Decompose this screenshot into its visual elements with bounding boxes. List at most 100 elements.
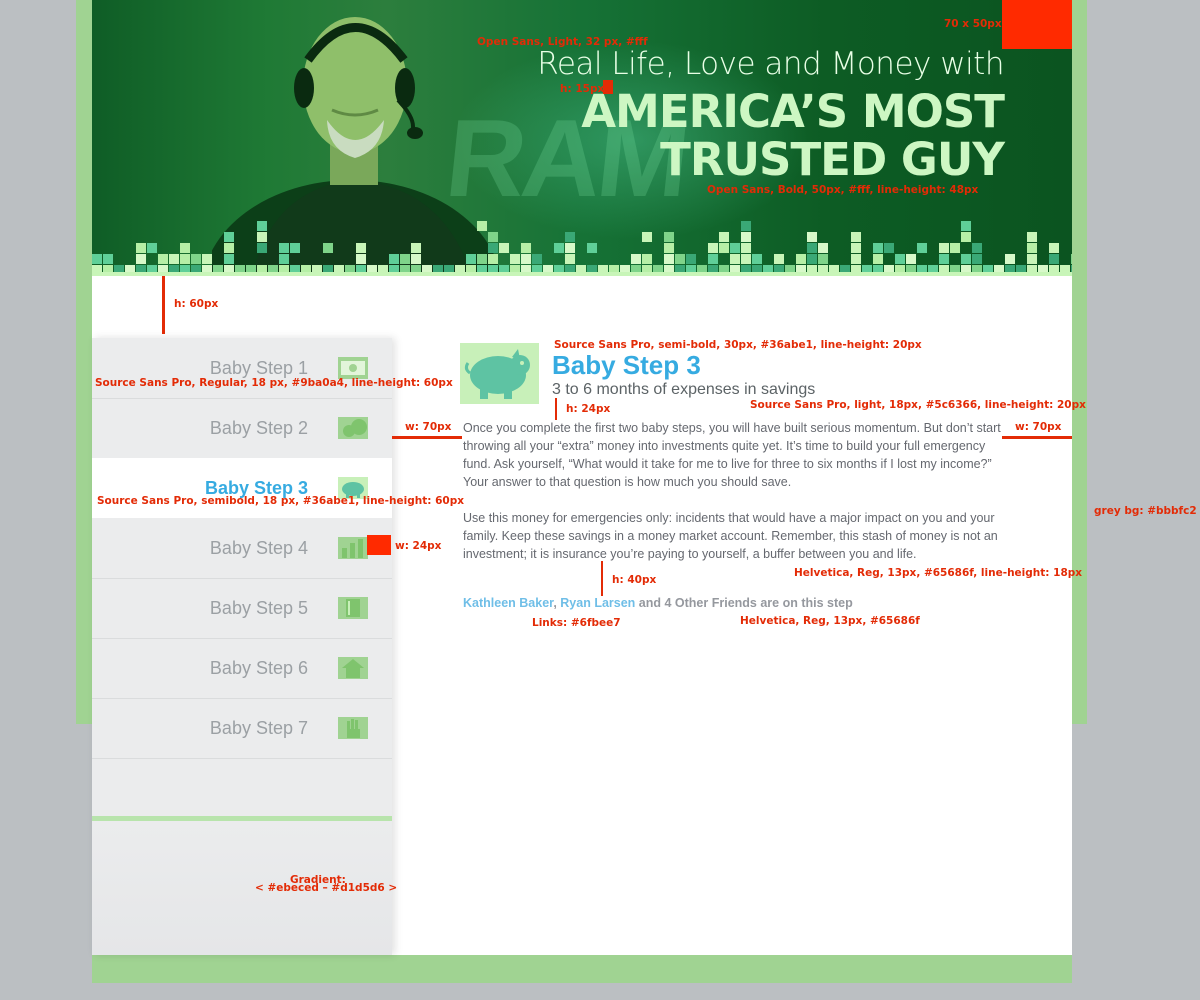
pixel-block — [400, 254, 410, 264]
pixel-block — [642, 232, 652, 242]
pixel-block — [719, 232, 729, 242]
pixel-block — [961, 232, 971, 242]
page-title: Baby Step 3 — [552, 350, 701, 380]
pixel-block — [972, 254, 982, 264]
pixel-block — [686, 254, 696, 264]
pixel-block — [730, 254, 740, 264]
pixel-block — [466, 254, 476, 264]
pixel-block — [356, 254, 366, 264]
sidebar-item-step3[interactable]: Baby Step 3 — [92, 458, 392, 518]
friend-link-ryan[interactable]: Ryan Larsen — [560, 596, 635, 610]
pixel-block — [807, 243, 817, 253]
pixel-block — [554, 243, 564, 253]
pixel-block — [1049, 254, 1059, 264]
annotation-box-size: 70 x 50px — [944, 18, 1002, 30]
house-icon — [338, 657, 368, 679]
pixel-block — [906, 254, 916, 264]
pixel-block — [708, 243, 718, 253]
pixel-block — [136, 254, 146, 264]
snowball-icon — [338, 417, 368, 439]
annotation-links: Links: #6fbee7 — [532, 617, 621, 629]
pixel-block — [939, 243, 949, 253]
pixel-baseline — [92, 272, 1072, 276]
pixel-block — [741, 254, 751, 264]
pixel-block — [730, 243, 740, 253]
sidebar-item-label: Baby Step 7 — [209, 718, 308, 738]
pixel-block — [917, 243, 927, 253]
spec-marker-h15 — [603, 80, 613, 94]
pixel-block — [103, 254, 113, 264]
annotation-grey-bg: grey bg: #bbbfc2 — [1094, 505, 1197, 517]
pixel-block — [290, 243, 300, 253]
sidebar-item-label: Baby Step 5 — [209, 598, 308, 618]
pixel-block — [884, 243, 894, 253]
sidebar-item-step7[interactable]: Baby Step 7 — [92, 698, 392, 759]
pixel-block — [477, 254, 487, 264]
pixel-block — [1027, 232, 1037, 242]
pixel-block — [873, 254, 883, 264]
left-frame-border — [76, 0, 92, 724]
sidebar-item-step5[interactable]: Baby Step 5 — [92, 578, 392, 639]
sidebar-item-label: Baby Step 6 — [209, 658, 308, 678]
pixel-block — [664, 243, 674, 253]
spec-line-h60 — [162, 276, 165, 334]
annotation-w24: w: 24px — [395, 540, 442, 552]
annotation-hero-font1: Open Sans, Light, 32 px, #fff — [477, 36, 648, 48]
sidebar-item-step4[interactable]: Baby Step 4 — [92, 518, 392, 579]
pixel-block — [708, 254, 718, 264]
annotation-h15: h: 15px — [560, 83, 605, 95]
friend-link-kathleen[interactable]: Kathleen Baker — [463, 596, 553, 610]
sidebar-item-label: Baby Step 4 — [209, 538, 308, 558]
book-icon — [338, 597, 368, 619]
pixel-block — [950, 243, 960, 253]
annotation-gradient-values: < #ebeced – #d1d5d6 > — [255, 882, 398, 894]
pixel-block — [92, 254, 102, 264]
sidebar-item-step2[interactable]: Baby Step 2 — [92, 398, 392, 459]
pixel-block — [510, 254, 520, 264]
pixel-block — [565, 243, 575, 253]
pixel-block — [411, 243, 421, 253]
pixel-block — [675, 254, 685, 264]
hand-icon — [338, 717, 368, 739]
pixel-block — [477, 221, 487, 231]
annotation-sidebar-font: Source Sans Pro, Regular, 18 px, #9ba0a4… — [95, 377, 453, 389]
pixel-block — [180, 254, 190, 264]
friends-suffix: and 4 Other Friends are on this step — [635, 596, 853, 610]
pixel-block — [224, 232, 234, 242]
pixel-block — [180, 243, 190, 253]
pixel-block — [224, 254, 234, 264]
pixel-block — [257, 221, 267, 231]
page-canvas: RAM Real Life, Love and Money with AMERI… — [92, 0, 1086, 955]
pixel-block — [158, 254, 168, 264]
pixel-block — [488, 232, 498, 242]
sidebar-item-step1[interactable]: Baby Step 1 — [92, 338, 392, 399]
pixel-block — [499, 243, 509, 253]
sidebar-item-step6[interactable]: Baby Step 6 — [92, 638, 392, 699]
annotation-active-font: Source Sans Pro, semibold, 18 px, #36abe… — [97, 495, 464, 507]
pixel-block — [719, 243, 729, 253]
sidebar-item-label: Baby Step 3 — [204, 478, 308, 498]
spec-line-h24 — [555, 398, 557, 420]
pixel-block — [1027, 254, 1037, 264]
pixel-block — [1005, 254, 1015, 264]
pixel-block — [521, 254, 531, 264]
money-icon — [338, 357, 368, 379]
annotation-h60: h: 60px — [174, 298, 219, 310]
pixel-block — [851, 243, 861, 253]
pixel-block — [202, 254, 212, 264]
pixel-block — [664, 254, 674, 264]
pixel-block — [565, 254, 575, 264]
pixel-block — [851, 232, 861, 242]
annotation-sub-font: Source Sans Pro, light, 18px, #5c6366, l… — [750, 399, 1086, 411]
hero-banner: RAM Real Life, Love and Money with AMERI… — [92, 0, 1072, 276]
pixel-block — [818, 254, 828, 264]
pixel-block — [191, 254, 201, 264]
pixel-block — [257, 232, 267, 242]
pixel-block — [1027, 243, 1037, 253]
pixel-block — [279, 254, 289, 264]
pixel-block — [411, 254, 421, 264]
spec-line-w70-left — [392, 436, 462, 439]
bar-chart-icon — [338, 537, 368, 559]
pixel-block — [972, 243, 982, 253]
pixel-block — [741, 243, 751, 253]
